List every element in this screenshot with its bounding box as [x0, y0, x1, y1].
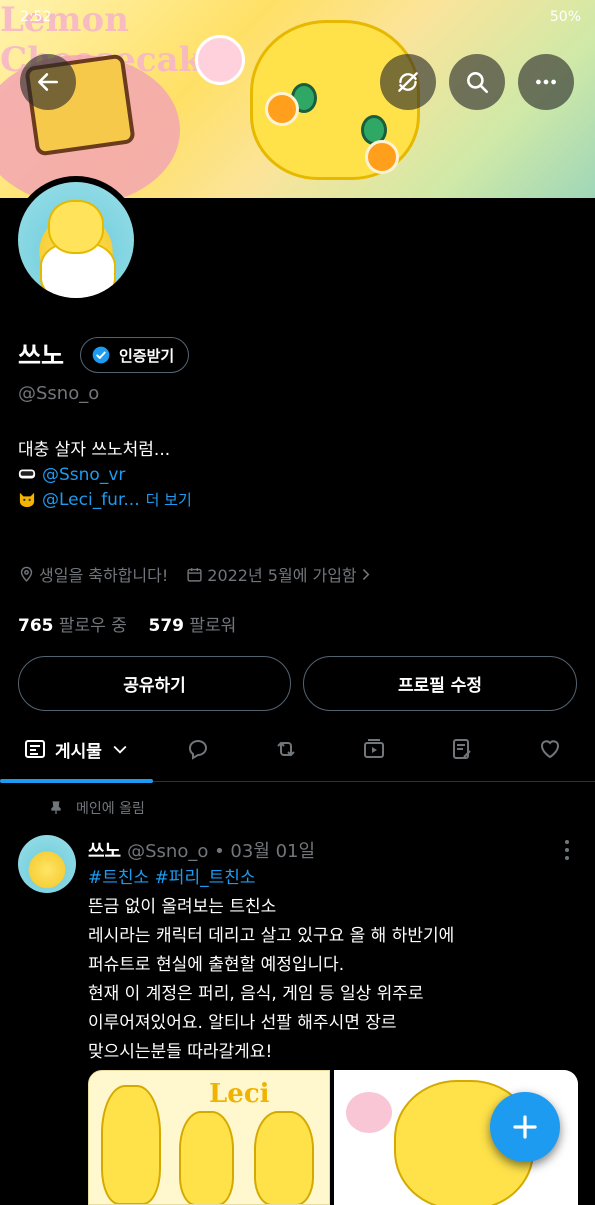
profile-meta: 생일을 축하합니다! 2022년 5월에 가입함: [18, 562, 378, 586]
followers-label: 팔로워: [189, 616, 237, 636]
post-hashtags[interactable]: #트친소 #퍼리_트친소: [88, 864, 578, 893]
profile-avatar[interactable]: [12, 176, 140, 304]
post-line: 퍼슈트로 현실에 출현할 예정입니다.: [88, 955, 345, 975]
bio-link-leci[interactable]: @Leci_fur...: [42, 490, 140, 510]
post-text: #트친소 #퍼리_트친소 뜬금 없이 올려보는 트친소 레시라는 캐릭터 데리고…: [88, 864, 578, 1067]
banner-orange: [265, 92, 299, 126]
edit-profile-button[interactable]: 프로필 수정: [303, 656, 577, 711]
edit-profile-label: 프로필 수정: [397, 676, 483, 696]
following-count: 765: [18, 616, 54, 636]
profile-tabs: 게시물: [0, 716, 595, 783]
followers-count: 579: [148, 616, 185, 636]
post-author-avatar[interactable]: [18, 835, 76, 893]
get-verified-label: 인증받기: [119, 346, 175, 365]
back-button[interactable]: [20, 54, 76, 110]
compose-button[interactable]: [490, 1092, 560, 1162]
character-sheet-front: [101, 1085, 161, 1204]
tab-reposts[interactable]: [256, 716, 316, 782]
character-sheet-side: [179, 1111, 234, 1204]
vr-headset-icon: [18, 469, 36, 479]
pin-icon: [51, 801, 61, 814]
calendar-icon: [187, 567, 202, 582]
cat-face-icon: [19, 492, 35, 507]
post-more-button[interactable]: [557, 838, 577, 862]
reply-icon: [189, 740, 208, 760]
compose-plus-icon: [513, 1115, 537, 1139]
location-icon: [20, 566, 33, 582]
tab-posts-label: 게시물: [55, 741, 102, 762]
bio-more-link[interactable]: 더 보기: [146, 491, 192, 509]
character-name-art: Leci: [209, 1079, 270, 1109]
display-name: 쓰노: [18, 341, 65, 370]
character-paw: [344, 1090, 394, 1135]
post-line: 이루어져있어요. 알티나 선팔 해주시면 장르: [88, 1013, 397, 1033]
post-header: 쓰노 @Ssno_o • 03월 01일: [88, 837, 315, 863]
post-line: 레시라는 캐릭터 데리고 살고 있구요 올 해 하반기에: [88, 926, 455, 946]
tab-media[interactable]: [344, 716, 404, 782]
chevron-down-icon: [113, 745, 127, 754]
like-icon: [541, 740, 559, 759]
verified-badge-icon: [92, 346, 110, 364]
status-indicators: 50%: [549, 9, 581, 25]
avatar-face-shape: [48, 200, 104, 254]
posts-tab-icon: [25, 740, 46, 758]
tab-replies[interactable]: [168, 716, 228, 782]
post-author-name[interactable]: 쓰노: [88, 841, 121, 862]
tab-likes[interactable]: [520, 716, 580, 782]
following-link[interactable]: 765 팔로우 중: [18, 616, 127, 636]
follow-stats: 765 팔로우 중 579 팔로워: [18, 611, 236, 636]
retweet-icon: [277, 741, 295, 757]
bio-line: 대충 살자 쓰노처럼...: [18, 440, 171, 460]
banner-orange: [365, 140, 399, 174]
following-label: 팔로우 중: [58, 616, 127, 636]
chevron-right-icon[interactable]: [357, 566, 374, 583]
status-time: 2:52: [20, 9, 52, 25]
followers-link[interactable]: 579 팔로워: [149, 616, 237, 636]
character-sheet-back: [254, 1111, 314, 1204]
post-handle-date: @Ssno_o • 03월 01일: [127, 841, 316, 862]
active-tab-indicator: [0, 779, 153, 783]
media-icon: [364, 739, 384, 758]
post-line: 맞으시는분들 따라갈게요!: [88, 1042, 273, 1062]
banner-paw: [195, 35, 245, 85]
no-sync-icon: [398, 72, 418, 92]
share-button[interactable]: 공유하기: [18, 656, 291, 711]
joined-date[interactable]: 2022년 5월에 가입함: [207, 562, 356, 586]
more-icon: [536, 79, 556, 85]
bio-link-vr[interactable]: @Ssno_vr: [42, 465, 125, 485]
tab-posts[interactable]: 게시물: [0, 716, 153, 783]
search-icon: [467, 72, 489, 94]
user-handle: @Ssno_o: [18, 383, 100, 404]
more-button[interactable]: [518, 54, 574, 110]
pinned-label: 메인에 올림: [76, 801, 145, 817]
post-image-1[interactable]: Leci: [88, 1070, 330, 1205]
post-line: 뜬금 없이 올려보는 트친소: [88, 897, 277, 917]
back-arrow-icon: [38, 73, 58, 91]
sync-button[interactable]: [380, 54, 436, 110]
profile-bio: 대충 살자 쓰노처럼... @Ssno_vr @Leci_fur... 더 보기: [18, 438, 192, 513]
post-line: 현재 이 계정은 퍼리, 음식, 게임 등 일상 위주로: [88, 984, 424, 1004]
profile-banner[interactable]: Lemon Cheesecake: [0, 0, 595, 198]
tab-articles[interactable]: [432, 716, 492, 782]
get-verified-button[interactable]: 인증받기: [80, 337, 190, 373]
pinned-indicator: 메인에 올림: [48, 798, 145, 818]
birthday-text: 생일을 축하합니다!: [39, 566, 169, 585]
article-icon: [453, 739, 471, 759]
share-button-label: 공유하기: [123, 676, 186, 696]
search-button[interactable]: [449, 54, 505, 110]
